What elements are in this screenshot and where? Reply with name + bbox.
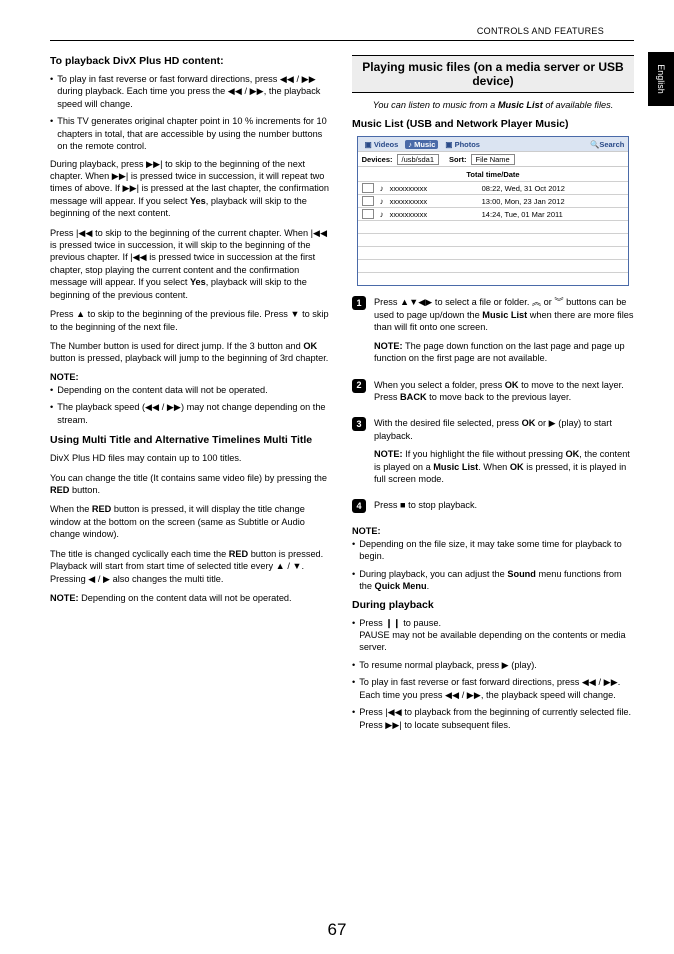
step-badge: 1 (352, 296, 366, 310)
note-label: NOTE: (50, 372, 332, 382)
folder-icon (362, 196, 374, 206)
paragraph: Press |◀◀ to skip to the beginning of th… (50, 227, 332, 302)
bullet-item: •To resume normal playback, press ▶ (pla… (352, 659, 634, 671)
music-icon: ♪ (380, 197, 384, 206)
step-4: 4 Press ■ to stop playback. (352, 499, 634, 517)
device-sort-row: Devices: /usb/sda1 Sort: File Name (358, 151, 629, 166)
step-badge: 2 (352, 379, 366, 393)
file-row[interactable]: ♪xxxxxxxxxx08:22, Wed, 31 Oct 2012 (358, 181, 629, 194)
music-icon: ♪ (380, 210, 384, 219)
step-2: 2 When you select a folder, press OK to … (352, 379, 634, 410)
tab-photos[interactable]: ▣ Photos (442, 140, 483, 149)
step-badge: 4 (352, 499, 366, 513)
page-number: 67 (0, 920, 674, 940)
music-icon: ♪ (380, 184, 384, 193)
paragraph: NOTE: Depending on the content data will… (50, 592, 332, 604)
sort-dropdown[interactable]: File Name (471, 154, 515, 165)
search-link[interactable]: 🔍Search (590, 140, 624, 149)
section-banner: Playing music files (on a media server o… (352, 55, 634, 93)
devices-dropdown[interactable]: /usb/sda1 (397, 154, 440, 165)
heading-music-list: Music List (USB and Network Player Music… (352, 118, 634, 130)
note-label: NOTE: (352, 526, 634, 536)
bullet-item: •This TV generates original chapter poin… (50, 115, 332, 152)
tab-music[interactable]: ♪ Music (405, 140, 438, 149)
bullet-item: •To play in fast reverse or fast forward… (352, 676, 634, 701)
bullet-item: •The playback speed (◀◀ / ▶▶) may not ch… (50, 401, 332, 426)
media-tabs: ▣ Videos ♪ Music ▣ Photos 🔍Search (358, 137, 629, 151)
bullet-item: •To play in fast reverse or fast forward… (50, 73, 332, 110)
intro-italic: You can listen to music from a Music Lis… (352, 99, 634, 111)
step-badge: 3 (352, 417, 366, 431)
bullet-item: •Press ❙❙ to pause.PAUSE may not be avai… (352, 617, 634, 654)
right-column: Playing music files (on a media server o… (352, 55, 634, 736)
heading-during-playback: During playback (352, 599, 634, 611)
language-tab: English (648, 52, 674, 106)
total-row: Total time/Date (358, 166, 629, 181)
divider (50, 40, 634, 41)
bullet-item: •Press |◀◀ to playback from the beginnin… (352, 706, 634, 731)
paragraph: When the RED button is pressed, it will … (50, 503, 332, 540)
paragraph: You can change the title (It contains sa… (50, 472, 332, 497)
paragraph: During playback, press ▶▶| to skip to th… (50, 158, 332, 220)
heading-multi-title: Using Multi Title and Alternative Timeli… (50, 434, 332, 446)
heading-divx-playback: To playback DivX Plus HD content: (50, 55, 332, 67)
file-row[interactable]: ♪xxxxxxxxxx14:24, Tue, 01 Mar 2011 (358, 207, 629, 220)
step-3: 3 With the desired file selected, press … (352, 417, 634, 491)
folder-icon (362, 209, 374, 219)
paragraph: The Number button is used for direct jum… (50, 340, 332, 365)
manual-page: CONTROLS AND FEATURES English To playbac… (0, 0, 674, 954)
left-column: To playback DivX Plus HD content: •To pl… (50, 55, 332, 736)
bullet-item: •Depending on the content data will not … (50, 384, 332, 396)
paragraph: DivX Plus HD files may contain up to 100… (50, 452, 332, 464)
bullet-item: •Depending on the file size, it may take… (352, 538, 634, 563)
folder-icon (362, 183, 374, 193)
music-list-table: ▣ Videos ♪ Music ▣ Photos 🔍Search Device… (357, 136, 630, 286)
paragraph: Press ▲ to skip to the beginning of the … (50, 308, 332, 333)
file-row[interactable]: ♪xxxxxxxxxx13:00, Mon, 23 Jan 2012 (358, 194, 629, 207)
bullet-item: •During playback, you can adjust the Sou… (352, 568, 634, 593)
header-section-label: CONTROLS AND FEATURES (50, 26, 634, 36)
tab-videos[interactable]: ▣ Videos (362, 140, 402, 149)
step-1: 1 Press ▲▼◀▶ to select a file or folder.… (352, 296, 634, 370)
paragraph: The title is changed cyclically each tim… (50, 548, 332, 585)
